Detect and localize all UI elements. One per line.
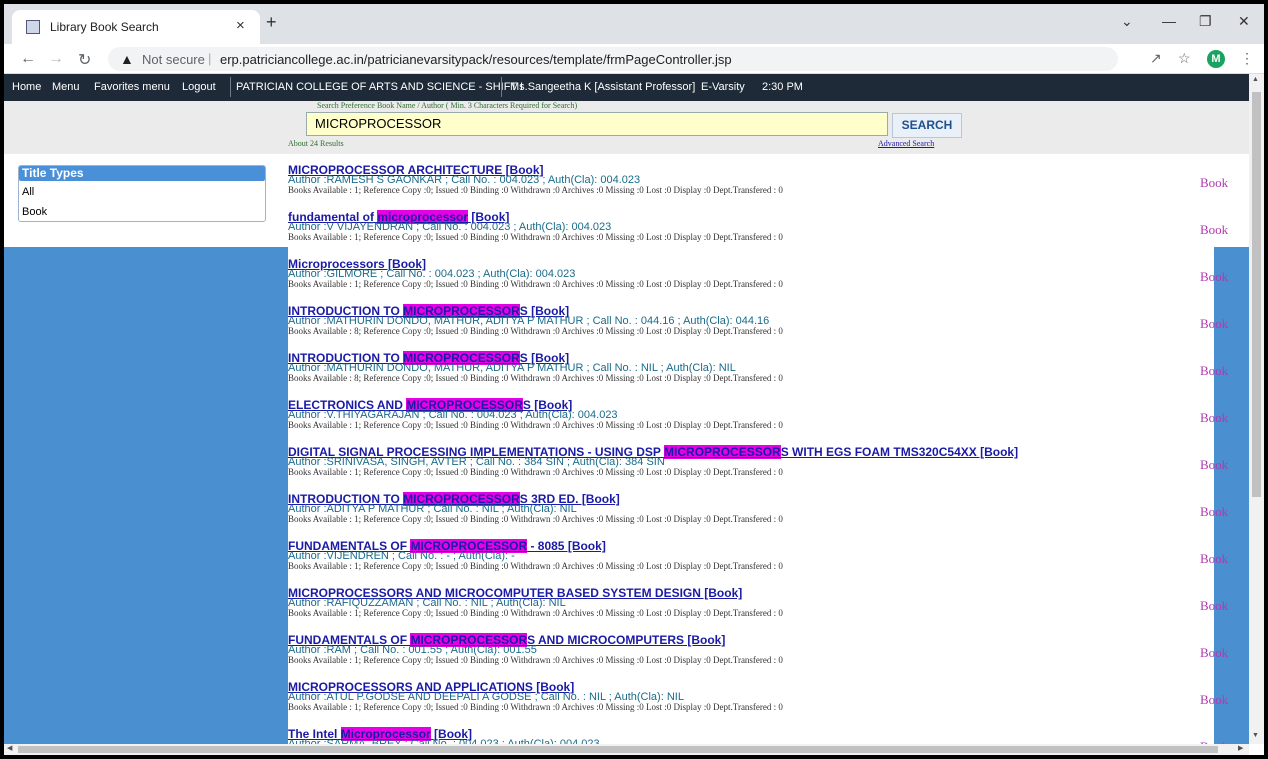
result-item: The Intel Microprocessor [Book] Author :S… — [288, 727, 1228, 744]
result-item: Microprocessors [Book] Author :GILMORE ; … — [288, 257, 1228, 304]
menu-divider — [230, 77, 231, 97]
reload-icon[interactable]: ↻ — [78, 50, 91, 70]
menu-menu[interactable]: Menu — [52, 81, 80, 93]
title-type-all[interactable]: All — [22, 186, 34, 198]
search-panel: Search Preference Book Name / Author ( M… — [4, 101, 1249, 154]
evarsity-label: E-Varsity — [701, 81, 745, 93]
share-icon[interactable]: ↗ — [1150, 50, 1162, 67]
result-type-link[interactable]: Book — [1200, 316, 1228, 332]
browser-window: Library Book Search × + ⌄ — ❐ ✕ ← → ↻ ▲ … — [4, 4, 1264, 755]
title-types-box: Title Types All Book — [18, 165, 266, 222]
scroll-left-icon[interactable]: ◀ — [7, 744, 12, 752]
result-item: INTRODUCTION TO MICROPROCESSORS 3RD ED. … — [288, 492, 1228, 539]
vertical-scrollbar[interactable]: ▲ ▼ — [1249, 74, 1264, 744]
current-time: 2:30 PM — [762, 81, 803, 93]
horizontal-scroll-thumb[interactable] — [18, 746, 1218, 753]
result-type-link[interactable]: Book — [1200, 504, 1228, 520]
result-title-post: S AND MICROCOMPUTERS [Book] — [527, 633, 726, 647]
browser-toolbar: ← → ↻ ▲ Not secure | erp.patriciancolleg… — [4, 44, 1264, 74]
tab-title: Library Book Search — [50, 20, 159, 34]
scroll-down-icon[interactable]: ▼ — [1252, 732, 1259, 739]
result-item: ELECTRONICS AND MICROPROCESSORS [Book] Au… — [288, 398, 1228, 445]
favicon-icon — [26, 20, 40, 34]
result-item: FUNDAMENTALS OF MICROPROCESSOR - 8085 [B… — [288, 539, 1228, 586]
restore-icon[interactable]: ❐ — [1199, 13, 1212, 30]
not-secure-label[interactable]: Not secure — [142, 52, 205, 67]
back-arrow-icon[interactable]: ← — [20, 50, 36, 68]
result-item: INTRODUCTION TO MICROPROCESSORS [Book] Au… — [288, 351, 1228, 398]
close-window-icon[interactable]: ✕ — [1238, 13, 1250, 30]
page-content: Home Menu Favorites menu Logout PATRICIA… — [4, 74, 1249, 744]
tab-strip: Library Book Search × + ⌄ — ❐ ✕ — [4, 4, 1264, 44]
result-type-link[interactable]: Book — [1200, 175, 1228, 191]
result-availability: Books Available : 1; Reference Copy :0; … — [288, 232, 783, 242]
result-item: MICROPROCESSORS AND MICROCOMPUTER BASED … — [288, 586, 1228, 633]
result-title-post: - 8085 [Book] — [527, 539, 606, 553]
star-icon[interactable]: ☆ — [1178, 50, 1191, 67]
result-item: MICROPROCESSOR ARCHITECTURE [Book] Author… — [288, 163, 1228, 210]
result-type-link[interactable]: Book — [1200, 457, 1228, 473]
result-item: FUNDAMENTALS OF MICROPROCESSORS AND MICR… — [288, 633, 1228, 680]
kebab-menu-icon[interactable]: ⋮ — [1240, 50, 1254, 67]
result-item: DIGITAL SIGNAL PROCESSING IMPLEMENTATION… — [288, 445, 1228, 492]
url-separator: | — [208, 51, 212, 66]
vertical-scroll-thumb[interactable] — [1252, 92, 1261, 497]
warning-icon: ▲ — [120, 51, 134, 67]
result-availability: Books Available : 8; Reference Copy :0; … — [288, 326, 783, 336]
tab-close-icon[interactable]: × — [236, 17, 245, 34]
result-availability: Books Available : 1; Reference Copy :0; … — [288, 655, 783, 665]
result-title-highlight: MICROPROCESSOR — [664, 445, 781, 459]
new-tab-button[interactable]: + — [266, 12, 277, 33]
profile-avatar[interactable]: M — [1207, 50, 1225, 68]
search-input[interactable]: MICROPROCESSOR — [306, 112, 888, 136]
title-type-book[interactable]: Book — [22, 206, 47, 218]
address-bar[interactable]: ▲ Not secure | erp.patriciancollege.ac.i… — [108, 47, 1118, 71]
result-type-link[interactable]: Book — [1200, 551, 1228, 567]
result-availability: Books Available : 1; Reference Copy :0; … — [288, 185, 783, 195]
result-availability: Books Available : 1; Reference Copy :0; … — [288, 702, 783, 712]
result-availability: Books Available : 8; Reference Copy :0; … — [288, 373, 783, 383]
result-type-link[interactable]: Book — [1200, 363, 1228, 379]
result-availability: Books Available : 1; Reference Copy :0; … — [288, 608, 783, 618]
result-type-link[interactable]: Book — [1200, 222, 1228, 238]
menu-divider — [501, 77, 502, 97]
app-menubar: Home Menu Favorites menu Logout PATRICIA… — [4, 74, 1249, 101]
result-availability: Books Available : 1; Reference Copy :0; … — [288, 514, 783, 524]
title-types-heading: Title Types — [19, 166, 265, 181]
horizontal-scrollbar[interactable]: ◀ ▶ — [4, 744, 1249, 755]
result-type-link[interactable]: Book — [1200, 645, 1228, 661]
menu-home[interactable]: Home — [12, 81, 41, 93]
result-item: fundamental of microprocessor [Book] Auth… — [288, 210, 1228, 257]
result-item: INTRODUCTION TO MICROPROCESSORS [Book] Au… — [288, 304, 1228, 351]
result-availability: Books Available : 1; Reference Copy :0; … — [288, 467, 783, 477]
tab-search-chevron-icon[interactable]: ⌄ — [1121, 13, 1133, 30]
result-availability: Books Available : 1; Reference Copy :0; … — [288, 279, 783, 289]
search-hint: Search Preference Book Name / Author ( M… — [317, 101, 578, 110]
user-name: Ms.Sangeetha K [Assistant Professor] — [510, 81, 696, 93]
result-type-link[interactable]: Book — [1200, 692, 1228, 708]
scroll-up-icon[interactable]: ▲ — [1252, 76, 1259, 83]
result-availability: Books Available : 1; Reference Copy :0; … — [288, 420, 783, 430]
result-type-link[interactable]: Book — [1200, 269, 1228, 285]
college-name: PATRICIAN COLLEGE OF ARTS AND SCIENCE - … — [236, 81, 524, 93]
menu-logout[interactable]: Logout — [182, 81, 216, 93]
results-count: About 24 Results — [288, 139, 344, 148]
tab-library-book-search[interactable]: Library Book Search × — [12, 10, 260, 44]
left-panel-background — [4, 247, 288, 744]
result-availability: Books Available : 1; Reference Copy :0; … — [288, 561, 783, 571]
result-type-link[interactable]: Book — [1200, 598, 1228, 614]
url-text[interactable]: erp.patriciancollege.ac.in/patricianevar… — [220, 52, 732, 67]
screen: Library Book Search × + ⌄ — ❐ ✕ ← → ↻ ▲ … — [0, 0, 1268, 759]
forward-arrow-icon[interactable]: → — [48, 50, 64, 68]
result-type-link[interactable]: Book — [1200, 410, 1228, 426]
scroll-right-icon[interactable]: ▶ — [1238, 744, 1243, 752]
advanced-search-link[interactable]: Advanced Search — [878, 139, 934, 148]
minimize-icon[interactable]: — — [1162, 13, 1176, 29]
search-button[interactable]: SEARCH — [892, 113, 962, 138]
result-title-post: S WITH EGS FOAM TMS320C54XX [Book] — [780, 445, 1019, 459]
menu-favorites[interactable]: Favorites menu — [94, 81, 170, 93]
result-item: MICROPROCESSORS AND APPLICATIONS [Book] A… — [288, 680, 1228, 727]
